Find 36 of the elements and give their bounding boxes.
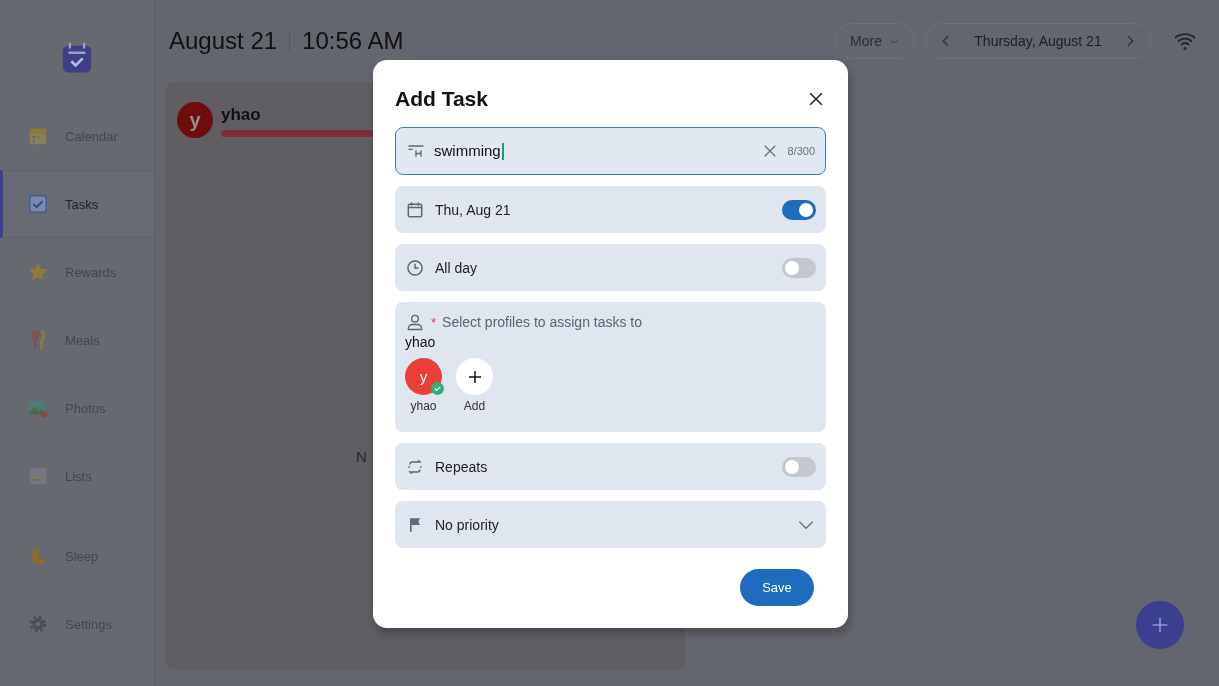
row-label: All day [435,259,478,276]
assigned-profiles: yhao [405,334,436,350]
star-icon [27,261,49,283]
gear-icon [27,613,49,635]
profile-name: yhao [221,105,262,125]
sidebar-item[interactable]: Tasks [0,170,154,238]
save-button[interactable]: Save [740,569,814,606]
row-label: No priority [435,516,499,533]
dialog-title: Add Task [395,87,488,111]
toggle-switch[interactable] [782,257,816,278]
row-label: Repeats [435,458,488,475]
character-counter: 8/300 [787,145,815,157]
add-button[interactable] [1136,601,1184,649]
toggle-switch[interactable] [782,456,816,477]
header-time: 10:56 AM [302,27,404,55]
empty-text: N [356,448,367,465]
plus-icon [466,368,483,385]
person-icon [405,312,425,332]
app-logo-icon [60,40,94,74]
toggle-switch[interactable] [782,199,816,220]
add-label: Add [463,399,486,413]
header-date: August 21 [169,27,278,55]
avatar: y [177,102,213,138]
add-profile-button[interactable] [456,358,493,395]
priority-dropdown[interactable]: No priority [395,501,826,548]
profiles-prompt: Select profiles to assign tasks to [442,314,643,330]
task-name-field[interactable]: swimming 8/300 [395,127,826,175]
row-label: Thu, Aug 21 [435,201,511,218]
checkbox-icon [27,193,49,215]
profile-name: yhao [410,399,437,413]
clock-icon [405,257,425,278]
profile-avatar[interactable]: y [405,358,442,395]
date-label: Thursday, August 21 [974,33,1102,49]
more-dropdown[interactable]: More [835,23,915,59]
list-icon [27,465,49,487]
required-mark: * [431,314,437,330]
